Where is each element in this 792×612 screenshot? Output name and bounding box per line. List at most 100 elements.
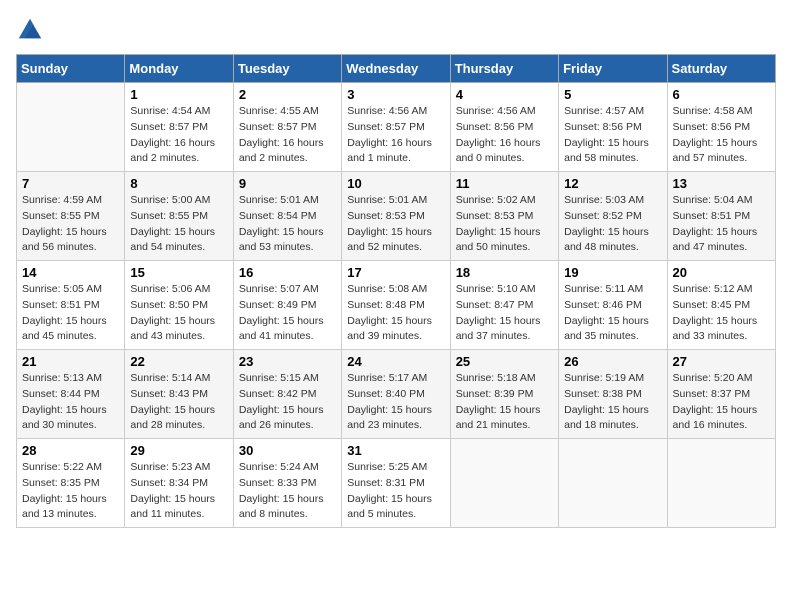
calendar-cell: 28 Sunrise: 5:22 AM Sunset: 8:35 PM Dayli…	[17, 439, 125, 528]
calendar-cell: 29 Sunrise: 5:23 AM Sunset: 8:34 PM Dayli…	[125, 439, 233, 528]
day-number: 15	[130, 265, 227, 280]
calendar-cell: 30 Sunrise: 5:24 AM Sunset: 8:33 PM Dayli…	[233, 439, 341, 528]
calendar-cell: 2 Sunrise: 4:55 AM Sunset: 8:57 PM Daylig…	[233, 83, 341, 172]
page-header	[16, 16, 776, 44]
day-number: 25	[456, 354, 553, 369]
calendar-cell	[450, 439, 558, 528]
calendar-cell	[559, 439, 667, 528]
day-info: Sunrise: 5:05 AM Sunset: 8:51 PM Dayligh…	[22, 282, 119, 345]
calendar-cell: 25 Sunrise: 5:18 AM Sunset: 8:39 PM Dayli…	[450, 350, 558, 439]
calendar-cell	[667, 439, 775, 528]
calendar-cell: 8Sunrise: 5:00 AM Sunset: 8:55 PM Daylig…	[125, 172, 233, 261]
weekday-header-saturday: Saturday	[667, 55, 775, 83]
day-number: 5	[564, 87, 661, 102]
day-info: Sunrise: 5:24 AM Sunset: 8:33 PM Dayligh…	[239, 460, 336, 523]
day-number: 29	[130, 443, 227, 458]
day-info: Sunrise: 5:12 AM Sunset: 8:45 PM Dayligh…	[673, 282, 770, 345]
day-number: 19	[564, 265, 661, 280]
calendar-cell: 7 Sunrise: 4:59 AM Sunset: 8:55 PM Daylig…	[17, 172, 125, 261]
calendar-cell: 16 Sunrise: 5:07 AM Sunset: 8:49 PM Dayli…	[233, 261, 341, 350]
logo	[16, 16, 48, 44]
day-number: 13	[673, 176, 770, 191]
day-info: Sunrise: 5:10 AM Sunset: 8:47 PM Dayligh…	[456, 282, 553, 345]
calendar-week-row: 14 Sunrise: 5:05 AM Sunset: 8:51 PM Dayli…	[17, 261, 776, 350]
day-info: Sunrise: 5:02 AM Sunset: 8:53 PM Dayligh…	[456, 193, 553, 256]
calendar-cell: 26Sunrise: 5:19 AM Sunset: 8:38 PM Dayli…	[559, 350, 667, 439]
calendar-cell: 5Sunrise: 4:57 AM Sunset: 8:56 PM Daylig…	[559, 83, 667, 172]
weekday-header-tuesday: Tuesday	[233, 55, 341, 83]
day-info: Sunrise: 4:58 AM Sunset: 8:56 PM Dayligh…	[673, 104, 770, 167]
day-number: 6	[673, 87, 770, 102]
day-info: Sunrise: 5:25 AM Sunset: 8:31 PM Dayligh…	[347, 460, 444, 523]
calendar-cell	[17, 83, 125, 172]
day-number: 10	[347, 176, 444, 191]
calendar-cell: 14 Sunrise: 5:05 AM Sunset: 8:51 PM Dayli…	[17, 261, 125, 350]
day-number: 4	[456, 87, 553, 102]
calendar-cell: 15 Sunrise: 5:06 AM Sunset: 8:50 PM Dayli…	[125, 261, 233, 350]
calendar-table: SundayMondayTuesdayWednesdayThursdayFrid…	[16, 54, 776, 528]
day-number: 2	[239, 87, 336, 102]
day-info: Sunrise: 4:59 AM Sunset: 8:55 PM Dayligh…	[22, 193, 119, 256]
day-info: Sunrise: 5:15 AM Sunset: 8:42 PM Dayligh…	[239, 371, 336, 434]
day-info: Sunrise: 5:14 AM Sunset: 8:43 PM Dayligh…	[130, 371, 227, 434]
day-number: 17	[347, 265, 444, 280]
day-number: 18	[456, 265, 553, 280]
day-info: Sunrise: 5:23 AM Sunset: 8:34 PM Dayligh…	[130, 460, 227, 523]
day-number: 14	[22, 265, 119, 280]
day-info: Sunrise: 5:06 AM Sunset: 8:50 PM Dayligh…	[130, 282, 227, 345]
logo-icon	[16, 16, 44, 44]
day-info: Sunrise: 5:04 AM Sunset: 8:51 PM Dayligh…	[673, 193, 770, 256]
calendar-cell: 17 Sunrise: 5:08 AM Sunset: 8:48 PM Dayli…	[342, 261, 450, 350]
day-info: Sunrise: 4:54 AM Sunset: 8:57 PM Dayligh…	[130, 104, 227, 167]
calendar-cell: 4 Sunrise: 4:56 AM Sunset: 8:56 PM Daylig…	[450, 83, 558, 172]
day-number: 22	[130, 354, 227, 369]
day-info: Sunrise: 5:22 AM Sunset: 8:35 PM Dayligh…	[22, 460, 119, 523]
calendar-cell: 9Sunrise: 5:01 AM Sunset: 8:54 PM Daylig…	[233, 172, 341, 261]
day-number: 12	[564, 176, 661, 191]
day-number: 16	[239, 265, 336, 280]
weekday-header-sunday: Sunday	[17, 55, 125, 83]
weekday-header-thursday: Thursday	[450, 55, 558, 83]
day-number: 7	[22, 176, 119, 191]
calendar-cell: 3 Sunrise: 4:56 AM Sunset: 8:57 PM Daylig…	[342, 83, 450, 172]
day-number: 9	[239, 176, 336, 191]
calendar-week-row: 28 Sunrise: 5:22 AM Sunset: 8:35 PM Dayli…	[17, 439, 776, 528]
day-info: Sunrise: 5:17 AM Sunset: 8:40 PM Dayligh…	[347, 371, 444, 434]
calendar-cell: 27Sunrise: 5:20 AM Sunset: 8:37 PM Dayli…	[667, 350, 775, 439]
calendar-cell: 11 Sunrise: 5:02 AM Sunset: 8:53 PM Dayli…	[450, 172, 558, 261]
calendar-cell: 1 Sunrise: 4:54 AM Sunset: 8:57 PM Daylig…	[125, 83, 233, 172]
day-number: 28	[22, 443, 119, 458]
day-number: 23	[239, 354, 336, 369]
day-info: Sunrise: 5:03 AM Sunset: 8:52 PM Dayligh…	[564, 193, 661, 256]
day-info: Sunrise: 4:56 AM Sunset: 8:57 PM Dayligh…	[347, 104, 444, 167]
day-info: Sunrise: 5:08 AM Sunset: 8:48 PM Dayligh…	[347, 282, 444, 345]
calendar-cell: 31 Sunrise: 5:25 AM Sunset: 8:31 PM Dayli…	[342, 439, 450, 528]
calendar-cell: 23 Sunrise: 5:15 AM Sunset: 8:42 PM Dayli…	[233, 350, 341, 439]
day-number: 8	[130, 176, 227, 191]
calendar-cell: 18 Sunrise: 5:10 AM Sunset: 8:47 PM Dayli…	[450, 261, 558, 350]
calendar-cell: 20Sunrise: 5:12 AM Sunset: 8:45 PM Dayli…	[667, 261, 775, 350]
day-number: 31	[347, 443, 444, 458]
calendar-cell: 12 Sunrise: 5:03 AM Sunset: 8:52 PM Dayli…	[559, 172, 667, 261]
calendar-cell: 19 Sunrise: 5:11 AM Sunset: 8:46 PM Dayli…	[559, 261, 667, 350]
calendar-cell: 13 Sunrise: 5:04 AM Sunset: 8:51 PM Dayli…	[667, 172, 775, 261]
calendar-cell: 21Sunrise: 5:13 AM Sunset: 8:44 PM Dayli…	[17, 350, 125, 439]
day-number: 11	[456, 176, 553, 191]
day-number: 24	[347, 354, 444, 369]
calendar-week-row: 1 Sunrise: 4:54 AM Sunset: 8:57 PM Daylig…	[17, 83, 776, 172]
day-info: Sunrise: 4:55 AM Sunset: 8:57 PM Dayligh…	[239, 104, 336, 167]
day-info: Sunrise: 5:11 AM Sunset: 8:46 PM Dayligh…	[564, 282, 661, 345]
day-info: Sunrise: 5:07 AM Sunset: 8:49 PM Dayligh…	[239, 282, 336, 345]
weekday-header-monday: Monday	[125, 55, 233, 83]
day-number: 21	[22, 354, 119, 369]
day-number: 1	[130, 87, 227, 102]
day-number: 26	[564, 354, 661, 369]
calendar-cell: 24 Sunrise: 5:17 AM Sunset: 8:40 PM Dayli…	[342, 350, 450, 439]
day-number: 3	[347, 87, 444, 102]
day-number: 27	[673, 354, 770, 369]
weekday-header-wednesday: Wednesday	[342, 55, 450, 83]
day-number: 30	[239, 443, 336, 458]
day-info: Sunrise: 5:01 AM Sunset: 8:53 PM Dayligh…	[347, 193, 444, 256]
day-info: Sunrise: 4:56 AM Sunset: 8:56 PM Dayligh…	[456, 104, 553, 167]
day-info: Sunrise: 5:18 AM Sunset: 8:39 PM Dayligh…	[456, 371, 553, 434]
